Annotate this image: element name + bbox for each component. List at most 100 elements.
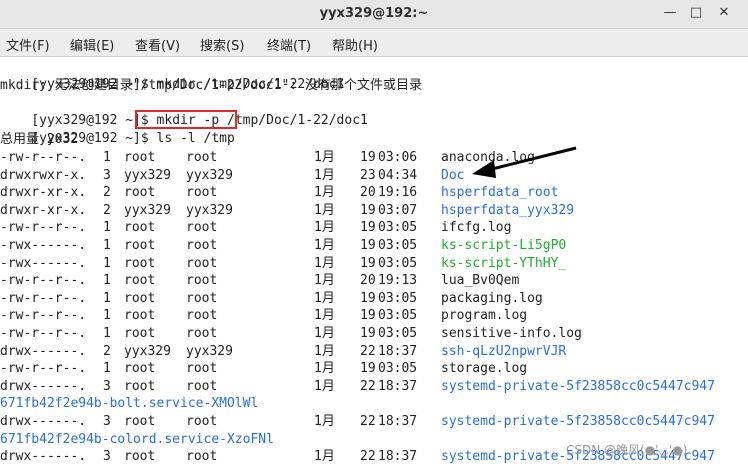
minimize-icon[interactable]: — (660, 4, 680, 22)
file-name[interactable]: systemd-private-5f23858cc0c5447c947 (441, 413, 715, 430)
link-count: 1 (103, 290, 111, 306)
file-name[interactable]: ssh-qLzU2npwrVJR (441, 343, 566, 360)
maximize-icon[interactable]: □ (686, 4, 706, 22)
group: root (186, 255, 218, 271)
month: 1月 (314, 167, 335, 183)
error-message: mkdir: 无法创建目录"/tmp/Doc/1-22/doc1": 没有那个文… (0, 78, 422, 93)
time: 03:05 (378, 238, 418, 253)
month: 1月 (314, 308, 335, 324)
file-name[interactable]: ks-script-YThHY_ (441, 255, 566, 272)
file-name[interactable]: sensitive-info.log (441, 325, 582, 342)
time: 18:37 (378, 449, 418, 465)
group: root (186, 308, 218, 324)
day: 19 (360, 202, 376, 218)
file-name[interactable]: hsperfdata_yyx329 (441, 202, 574, 219)
day: 22 (360, 449, 376, 465)
perms: -rwx------. (0, 255, 87, 271)
owner: root (124, 414, 156, 429)
owner: root (124, 290, 156, 306)
perms: drwxr-xr-x. (0, 185, 87, 201)
link-count: 1 (103, 326, 111, 341)
month: 1月 (314, 150, 335, 165)
perms: -rw-r--r--. (0, 220, 87, 236)
perms: drwxrwxr-x. (0, 167, 87, 183)
perms: drwx------. (0, 414, 87, 429)
time: 03:05 (378, 290, 418, 306)
total-line: 总用量 2032 (0, 132, 79, 147)
link-count: 3 (103, 378, 111, 394)
link-count: 3 (103, 414, 111, 429)
month: 1月 (314, 414, 335, 429)
day: 19 (360, 361, 376, 377)
month: 1月 (314, 290, 335, 306)
day: 19 (360, 290, 376, 306)
menu-view[interactable]: 查看(V) (135, 35, 180, 54)
perms: -rw-r--r--. (0, 326, 87, 341)
time: 18:37 (378, 414, 418, 429)
menu-file[interactable]: 文件(F) (6, 35, 50, 54)
file-name-continuation[interactable]: 671fb42f2e94b-colord.service-XzoFNl (0, 431, 274, 448)
menu-help[interactable]: 帮助(H) (332, 35, 378, 54)
perms: -rw-r--r--. (0, 290, 87, 306)
title-bar: yyx329@192:~ — □ ✕ (0, 0, 748, 29)
file-name[interactable]: lua_Bv0Qem (441, 272, 519, 289)
group: root (186, 449, 218, 465)
link-count: 1 (103, 238, 111, 253)
month: 1月 (314, 202, 335, 218)
file-name[interactable]: ifcfg.log (441, 219, 511, 236)
owner: root (124, 185, 156, 201)
month: 1月 (314, 449, 335, 465)
month: 1月 (314, 255, 335, 271)
file-name[interactable]: storage.log (441, 360, 527, 377)
owner: root (124, 150, 156, 165)
time: 03:05 (378, 308, 418, 324)
owner: yyx329 (124, 343, 171, 359)
link-count: 1 (103, 150, 111, 165)
day: 22 (360, 343, 376, 359)
group: root (186, 150, 218, 165)
file-name[interactable]: Doc (441, 167, 464, 184)
link-count: 1 (103, 273, 111, 289)
link-count: 2 (103, 185, 111, 201)
day: 19 (360, 326, 376, 341)
file-name-continuation[interactable]: 671fb42f2e94b-bolt.service-XMOlWl (0, 395, 258, 412)
watermark: CSDN @晚风(●'◡'●) (566, 443, 688, 457)
perms: -rwx------. (0, 238, 87, 253)
command-highlight-box (135, 110, 237, 129)
group: yyx329 (186, 343, 233, 359)
file-name[interactable]: packaging.log (441, 290, 543, 307)
perms: drwx------. (0, 343, 87, 359)
menu-edit[interactable]: 编辑(E) (70, 35, 114, 54)
perms: drwx------. (0, 378, 87, 394)
time: 03:05 (378, 220, 418, 236)
month: 1月 (314, 273, 335, 289)
perms: drwx------. (0, 449, 87, 465)
perms: drwxr-xr-x. (0, 202, 87, 218)
file-name[interactable]: hsperfdata_root (441, 184, 558, 201)
month: 1月 (314, 343, 335, 359)
link-count: 2 (103, 202, 111, 218)
file-name[interactable]: systemd-private-5f23858cc0c5447c947 (441, 378, 715, 395)
link-count: 1 (103, 220, 111, 236)
file-name[interactable]: ks-script-Li5gP0 (441, 237, 566, 254)
owner: root (124, 308, 156, 324)
group: root (186, 238, 218, 253)
owner: root (124, 238, 156, 253)
menu-terminal[interactable]: 终端(T) (267, 35, 311, 54)
close-icon[interactable]: ✕ (714, 4, 734, 22)
perms: -rw-r--r--. (0, 361, 87, 377)
owner: yyx329 (124, 202, 171, 218)
month: 1月 (314, 361, 335, 377)
link-count: 2 (103, 343, 111, 359)
owner: root (124, 220, 156, 236)
terminal-output[interactable]: [yyx329@192 ~]$ mkdir /tmp/Doc/1-22/doc1… (0, 57, 748, 471)
day: 19 (360, 308, 376, 324)
menu-search[interactable]: 搜索(S) (200, 35, 244, 54)
perms: -rw-r--r--. (0, 308, 87, 324)
file-name[interactable]: program.log (441, 307, 527, 324)
window-title: yyx329@192:~ (319, 6, 429, 21)
group: yyx329 (186, 167, 233, 183)
group: root (186, 361, 218, 377)
link-count: 1 (103, 255, 111, 271)
month: 1月 (314, 220, 335, 236)
